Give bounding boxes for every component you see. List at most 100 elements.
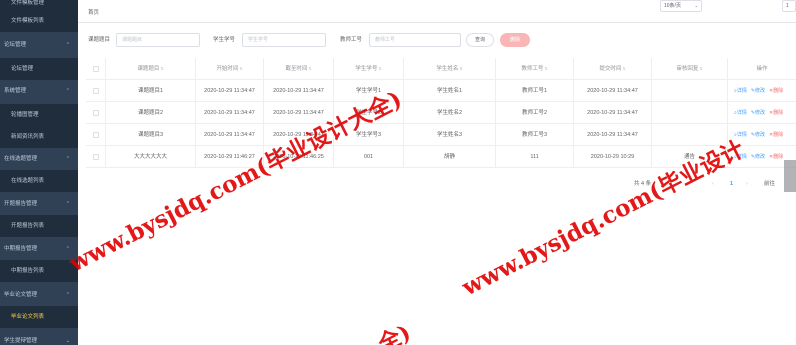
checkbox-icon	[92, 131, 99, 138]
chevron-up-icon: ⌃	[65, 201, 70, 207]
search-bar: 课题题目 课题题目 学生学号 学生学号 教师工号 教师工号 查询 删除	[78, 33, 796, 47]
title-label: 课题题目	[88, 37, 111, 43]
sidebar-item-forum[interactable]: 论坛管理	[0, 58, 78, 80]
col-header-end[interactable]: 截至时间⇅	[264, 58, 334, 80]
cell-submit: 2020-10-29 11:34:47	[574, 102, 652, 124]
sidebar-item-label: 开题报告列表	[11, 223, 45, 229]
cell-student-name: 胡静	[404, 146, 496, 168]
sidebar-item-carousel[interactable]: 轮播图管理	[0, 104, 78, 126]
sort-icon: ⇅	[160, 66, 164, 71]
cell-start: 2020-10-29 11:34:47	[196, 102, 264, 124]
sidebar-item-topic-mgmt[interactable]: 在线选题管理 ⌃	[0, 148, 78, 170]
breadcrumb[interactable]: 首页	[88, 8, 99, 16]
detail-link[interactable]: ⌕详情	[734, 132, 747, 138]
cell-teacher-no: 教师工号2	[496, 102, 574, 124]
delete-link[interactable]: ✕删除	[769, 88, 783, 94]
detail-link[interactable]: ⌕详情	[734, 154, 747, 160]
student-no-input[interactable]: 学生学号	[242, 33, 326, 47]
checkbox-icon	[92, 109, 99, 116]
cell-title: 大大大大大大	[106, 146, 196, 168]
scrollbar-thumb[interactable]	[784, 160, 796, 192]
cell-ops: ⌕详情 ✎修改 ✕删除	[728, 80, 796, 102]
table-row: 课题题目2 2020-10-29 11:34:47 2020-10-29 11:…	[86, 102, 796, 124]
cell-reply	[652, 80, 728, 102]
cell-submit: 2020-10-29 11:34:47	[574, 80, 652, 102]
sidebar: 文件模板管理 文件模板列表 论坛管理 ⌃ 论坛管理 系统管理 ⌃ 轮播图管理 新闻资…	[0, 0, 78, 345]
sidebar-item-midterm-list[interactable]: 中期报告列表	[0, 260, 78, 282]
sidebar-item-label: 中期报告管理	[4, 246, 38, 252]
chevron-up-icon: ⌃	[65, 156, 70, 162]
cell-title: 课题题目3	[106, 124, 196, 146]
cell-teacher-no: 111	[496, 146, 574, 168]
sidebar-item-thesis-mgmt[interactable]: 毕业论文管理 ⌃	[0, 284, 78, 306]
sidebar-item-label: 在线选题管理	[4, 156, 38, 162]
sidebar-item-midterm-mgmt[interactable]: 中期报告管理 ⌃	[0, 238, 78, 260]
row-checkbox[interactable]	[86, 124, 106, 146]
edit-link[interactable]: ✎修改	[751, 132, 765, 138]
main-content: 首页 课题题目 课题题目 学生学号 学生学号 教师工号 教师工号 查询 删除 课…	[78, 0, 796, 345]
cell-teacher-no: 教师工号1	[496, 80, 574, 102]
total-count: 共 4 条	[634, 181, 652, 187]
cell-student-name: 学生姓名2	[404, 102, 496, 124]
detail-link[interactable]: ⌕详情	[734, 88, 747, 94]
teacher-no-input[interactable]: 教师工号	[369, 33, 461, 47]
prev-page-button[interactable]: ‹	[712, 178, 714, 190]
cell-end: 2020-10-29 11:46:25	[264, 146, 334, 168]
page-size-select[interactable]: 10条/页 ⌄	[660, 0, 702, 12]
col-header-teacher-no[interactable]: 教师工号⇅	[496, 58, 574, 80]
row-checkbox[interactable]	[86, 146, 106, 168]
col-header-submit[interactable]: 提交时间⇅	[574, 58, 652, 80]
sidebar-item-label: 文件模板管理	[11, 0, 45, 6]
cell-ops: ⌕详情 ✎修改 ✕删除	[728, 102, 796, 124]
table-row: 课题题目3 2020-10-29 11:34:47 2020-10-29 11:…	[86, 124, 796, 146]
cell-end: 2020-10-29 11:34:47	[264, 102, 334, 124]
cell-end: 2020-10-29 11:34:47	[264, 124, 334, 146]
col-header-student-no[interactable]: 学生学号⇅	[334, 58, 404, 80]
select-all-checkbox[interactable]	[86, 58, 106, 80]
cell-start: 2020-10-29 11:34:47	[196, 80, 264, 102]
cell-reply	[652, 124, 728, 146]
cell-student-no: 学生学号3	[334, 124, 404, 146]
sidebar-item-system-mgmt[interactable]: 系统管理 ⌃	[0, 80, 78, 102]
sidebar-item-proposal-mgmt[interactable]: 开题报告管理 ⌃	[0, 193, 78, 215]
sidebar-item-defense-mgmt[interactable]: 学生提辩管理 ⌄	[0, 330, 78, 345]
sidebar-item-news[interactable]: 新闻资讯列表	[0, 126, 78, 148]
sidebar-item-proposal-list[interactable]: 开题报告列表	[0, 215, 78, 237]
cell-student-name: 学生姓名1	[404, 80, 496, 102]
edit-link[interactable]: ✎修改	[751, 110, 765, 116]
cell-end: 2020-10-29 11:34:47	[264, 80, 334, 102]
detail-link[interactable]: ⌕详情	[734, 110, 747, 116]
sidebar-item-topic-list[interactable]: 在线选题列表	[0, 170, 78, 192]
chevron-up-icon: ⌃	[65, 292, 70, 298]
table-row: 课题题目1 2020-10-29 11:34:47 2020-10-29 11:…	[86, 80, 796, 102]
delete-link[interactable]: ✕删除	[769, 110, 783, 116]
title-input[interactable]: 课题题目	[116, 33, 200, 47]
sort-icon: ⇅	[699, 66, 703, 71]
col-header-reply[interactable]: 审核回复⇅	[652, 58, 728, 80]
sidebar-item-label: 文件模板列表	[11, 18, 45, 24]
edit-link[interactable]: ✎修改	[751, 154, 765, 160]
query-button[interactable]: 查询	[466, 33, 494, 47]
page-number-current[interactable]: 1	[730, 178, 733, 190]
row-checkbox[interactable]	[86, 102, 106, 124]
sidebar-item-label: 论坛管理	[4, 42, 27, 48]
goto-page-input[interactable]: 1	[782, 0, 796, 12]
sidebar-item-file-template-list[interactable]: 文件模板列表	[0, 10, 78, 32]
sidebar-item-forum-mgmt[interactable]: 论坛管理 ⌃	[0, 34, 78, 56]
checkbox-icon	[92, 65, 99, 72]
col-header-start[interactable]: 开始时间⇅	[196, 58, 264, 80]
cell-student-no: 学生学号2	[334, 102, 404, 124]
next-page-button[interactable]: ›	[746, 178, 748, 190]
col-header-student-name[interactable]: 学生姓名⇅	[404, 58, 496, 80]
sidebar-item-thesis-list[interactable]: 毕业论文列表	[0, 306, 78, 328]
col-header-title[interactable]: 课题题目⇅	[106, 58, 196, 80]
row-checkbox[interactable]	[86, 80, 106, 102]
checkbox-icon	[92, 87, 99, 94]
table-row: 大大大大大大 2020-10-29 11:46:27 2020-10-29 11…	[86, 146, 796, 168]
delete-link[interactable]: ✕删除	[769, 132, 783, 138]
delete-link[interactable]: ✕删除	[769, 154, 783, 160]
sidebar-item-label: 毕业论文列表	[11, 314, 45, 320]
sidebar-item-label: 毕业论文管理	[4, 292, 38, 298]
edit-link[interactable]: ✎修改	[751, 88, 765, 94]
delete-button[interactable]: 删除	[500, 33, 530, 47]
